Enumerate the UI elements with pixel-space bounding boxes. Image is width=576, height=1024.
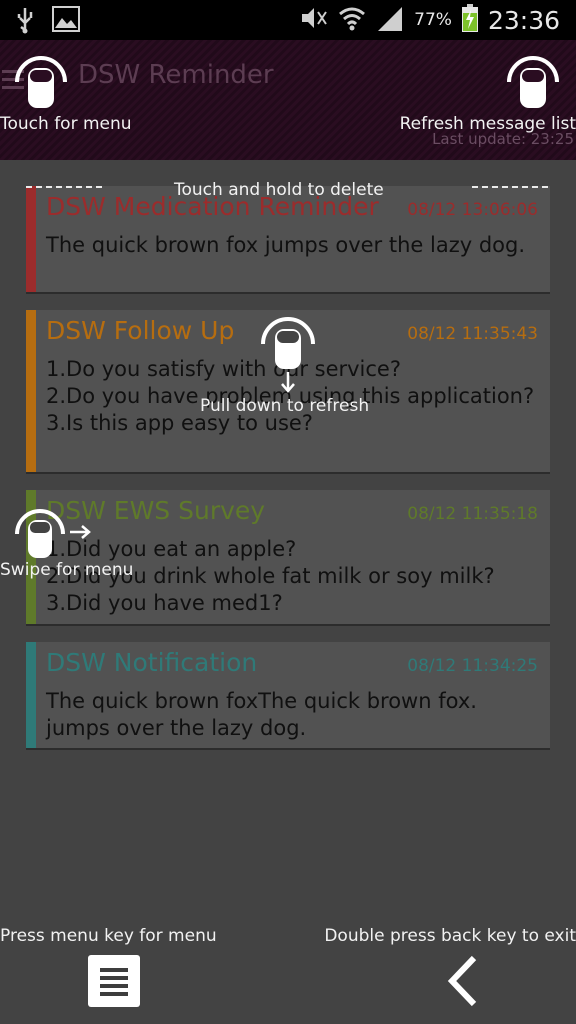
battery-charging-icon (461, 4, 478, 36)
menu-key-icon[interactable] (88, 955, 140, 1007)
message-card[interactable]: DSW EWS Survey 08/12 11:35:18 1.Did you … (26, 490, 550, 626)
message-time: 08/12 11:35:18 (407, 504, 538, 524)
message-title: DSW Notification (46, 648, 258, 677)
image-icon (52, 6, 80, 38)
message-body: The quick brown fox jumps over the lazy … (46, 233, 526, 257)
message-card[interactable]: DSW Medication Reminder 08/12 13:06:06 T… (26, 186, 550, 294)
message-time: 08/12 13:06:06 (407, 200, 538, 220)
message-time: 08/12 11:34:25 (407, 656, 538, 676)
status-bar: 77% 23:36 (0, 0, 576, 40)
tip-double-back: Double press back key to exit (324, 926, 576, 946)
status-time: 23:36 (487, 5, 560, 35)
back-key-icon[interactable] (444, 954, 480, 1012)
message-color-bar (26, 642, 36, 748)
tip-touch-for-menu: Touch for menu (0, 114, 132, 134)
tip-hold-to-delete: Touch and hold to delete (174, 180, 384, 200)
divider-dash (472, 186, 548, 188)
touch-hand-icon (504, 52, 562, 118)
tip-pull-to-refresh: Pull down to refresh (200, 396, 370, 416)
message-title: DSW Follow Up (46, 316, 235, 345)
signal-icon (376, 5, 404, 35)
touch-hand-icon (14, 506, 94, 566)
message-time: 08/12 11:35:43 (407, 324, 538, 344)
tip-refresh: Refresh message list (399, 114, 576, 134)
message-body: The quick brown foxThe quick brown fox. … (46, 689, 477, 740)
tip-swipe-for-menu: Swipe for menu (0, 560, 134, 580)
mute-icon (300, 6, 328, 34)
app-title: DSW Reminder (78, 60, 274, 90)
touch-hand-icon (258, 312, 318, 398)
wifi-icon (338, 5, 366, 35)
app-header: DSW Reminder Last update: 23:25 (0, 40, 576, 160)
divider-dash (26, 186, 102, 188)
battery-percent: 77% (414, 10, 452, 30)
message-color-bar (26, 186, 36, 292)
tip-press-menu-key: Press menu key for menu (0, 926, 217, 946)
usb-icon (14, 6, 36, 38)
touch-hand-icon (12, 52, 70, 118)
message-card[interactable]: DSW Notification 08/12 11:34:25 The quic… (26, 642, 550, 750)
message-color-bar (26, 310, 36, 472)
